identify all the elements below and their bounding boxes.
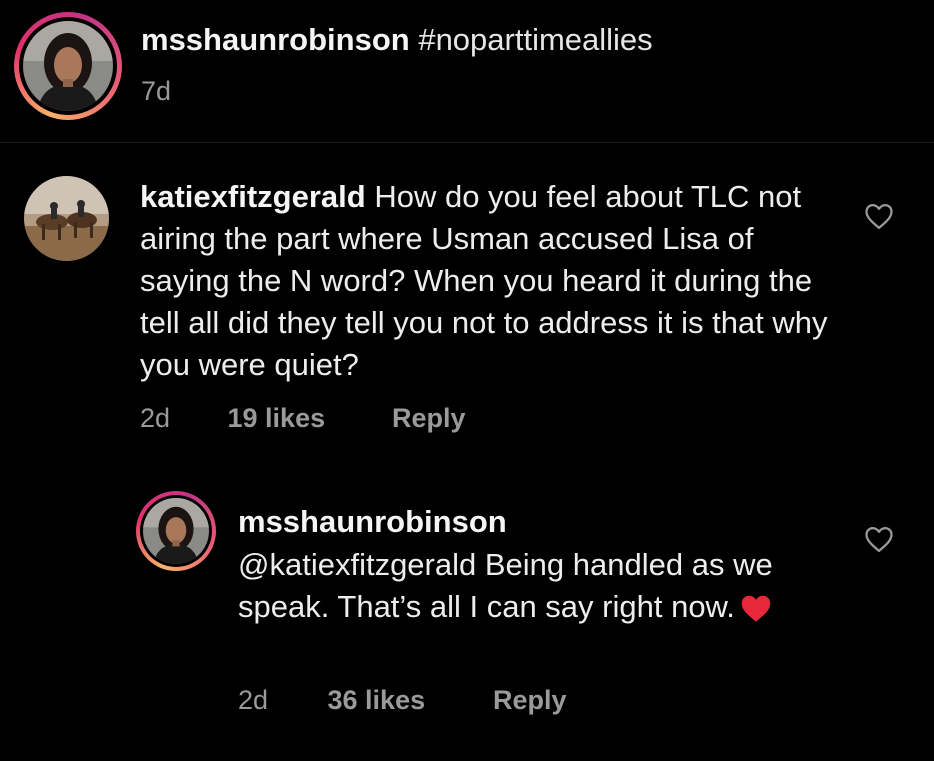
profile-photo-camels-desert-icon (24, 176, 109, 261)
caption-avatar-story-ring[interactable] (14, 12, 122, 120)
comment-body: katiexfitzgerald How do you feel about T… (140, 176, 840, 386)
heart-outline-icon (865, 204, 893, 229)
caption-avatar-gap (19, 17, 117, 115)
comment-username[interactable]: katiexfitzgerald (140, 179, 366, 214)
reply-timestamp: 2d (238, 685, 269, 715)
reply-avatar-gap (140, 495, 212, 567)
red-heart-emoji-icon (739, 592, 773, 622)
comment-timestamp: 2d (140, 403, 171, 433)
reply-body: @katiexfitzgerald Being handled as we sp… (238, 544, 828, 628)
profile-photo-woman-icon (23, 21, 113, 111)
comment-reply-button[interactable]: Reply (392, 400, 466, 436)
reply-username[interactable]: msshaunrobinson (238, 502, 507, 542)
reply-likes-count[interactable]: 36 likes (328, 682, 486, 718)
comment-likes-count[interactable]: 19 likes (228, 400, 385, 436)
profile-photo-woman-icon (143, 498, 209, 564)
comment-avatar[interactable] (24, 176, 109, 261)
comment-like-button[interactable] (864, 202, 894, 230)
avatar[interactable] (143, 498, 209, 564)
avatar[interactable] (23, 21, 113, 111)
heart-outline-icon (865, 527, 893, 552)
caption-timestamp: 7d (141, 76, 172, 106)
reply-meta: 2d 36 likes Reply (238, 682, 567, 718)
caption-text: msshaunrobinson #noparttimeallies (141, 20, 653, 60)
reply-reply-button[interactable]: Reply (493, 682, 567, 718)
reply-avatar-story-ring[interactable] (136, 491, 216, 571)
caption-hashtag[interactable]: #noparttimeallies (418, 22, 652, 57)
reply-mention[interactable]: @katiexfitzgerald (238, 547, 476, 582)
caption-username[interactable]: msshaunrobinson (141, 22, 410, 57)
reply-like-button[interactable] (864, 525, 894, 553)
comment-meta: 2d 19 likes Reply (140, 400, 466, 436)
caption-divider (0, 142, 934, 143)
